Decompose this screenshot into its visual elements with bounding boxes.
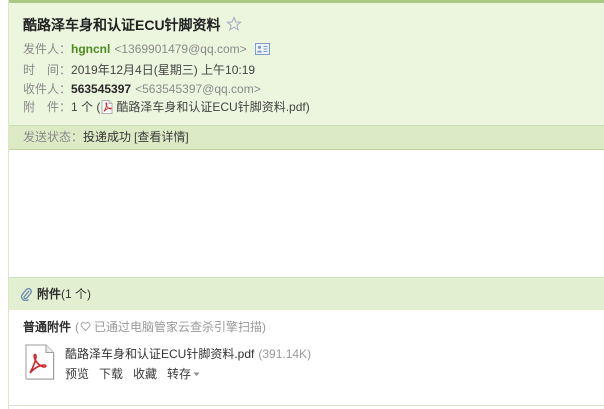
star-outline-icon[interactable] bbox=[225, 16, 242, 32]
to-label: 收件人： bbox=[23, 82, 72, 96]
pdf-file-icon[interactable] bbox=[25, 344, 56, 381]
delivery-status: 投递成功 bbox=[83, 130, 132, 144]
contact-card-icon[interactable] bbox=[254, 41, 270, 55]
security-heart-icon bbox=[80, 319, 91, 332]
subject-text: 酷路泽车身和认证ECU针脚资料 bbox=[23, 17, 221, 33]
chevron-down-icon[interactable] bbox=[193, 364, 200, 376]
attachment-close: ) bbox=[305, 100, 310, 114]
download-link[interactable]: 下载 bbox=[99, 367, 123, 381]
attachment-row: 附 件：1 个 ( 酷路泽车身和认证ECU针脚资料.pdf) bbox=[23, 97, 310, 117]
status-label: 发送状态： bbox=[23, 130, 84, 144]
attachment-label: 附 件： bbox=[23, 100, 72, 114]
recipient-name: 563545397 bbox=[71, 82, 132, 96]
favorite-link[interactable]: 收藏 bbox=[133, 367, 157, 381]
to-row: 收件人：563545397 <563545397@qq.com> bbox=[23, 79, 261, 99]
sender-address: <1369901479@qq.com> bbox=[114, 42, 247, 56]
sent-time: 2019年12月4日(星期三) 上午10:19 bbox=[71, 63, 256, 77]
pdf-file-icon bbox=[101, 100, 113, 114]
time-label: 时 间： bbox=[23, 63, 72, 77]
recipient-address: <563545397@qq.com> bbox=[135, 82, 261, 96]
attachment-actions: 预览 下载 收藏 转存 bbox=[65, 364, 200, 382]
attachments-header: 附件(1 个) bbox=[9, 277, 604, 310]
attachment-link[interactable]: 酷路泽车身和认证ECU针脚资料.pdf bbox=[116, 100, 305, 114]
scan-text: 已通过电脑管家云查杀引擎扫描) bbox=[94, 320, 267, 334]
save-to-link[interactable]: 转存 bbox=[167, 367, 191, 381]
view-details-link[interactable]: [查看详情] bbox=[134, 130, 189, 144]
sender-name[interactable]: hgncnl bbox=[71, 42, 110, 56]
attachments-count: (1 个) bbox=[61, 287, 92, 301]
attachment-file-name[interactable]: 酷路泽车身和认证ECU针脚资料.pdf bbox=[65, 347, 254, 361]
delivery-status-bar: 发送状态：投递成功 [查看详情] bbox=[9, 125, 604, 150]
attachment-file-size: (391.14K) bbox=[258, 347, 312, 361]
bottom-divider bbox=[9, 405, 604, 406]
attachment-group: 普通附件( 已通过电脑管家云查杀引擎扫描) bbox=[23, 318, 266, 336]
attachment-file-row: 酷路泽车身和认证ECU针脚资料.pdf (391.14K) bbox=[65, 345, 311, 363]
attachment-group-label: 普通附件 bbox=[23, 320, 72, 334]
from-label: 发件人： bbox=[23, 42, 72, 56]
mail-header: 酷路泽车身和认证ECU针脚资料 发件人：hgncnl <1369901479@qq… bbox=[9, 3, 604, 125]
scan-note: ( 已通过电脑管家云查杀引擎扫描) bbox=[75, 320, 266, 334]
preview-link[interactable]: 预览 bbox=[65, 367, 89, 381]
attachment-count: 1 个 ( bbox=[71, 100, 101, 114]
attachments-title: 附件 bbox=[37, 287, 62, 301]
scan-prefix: ( bbox=[75, 320, 80, 334]
mail-body bbox=[9, 150, 604, 277]
from-row: 发件人：hgncnl <1369901479@qq.com> bbox=[23, 39, 270, 59]
mail-read-view: 酷路泽车身和认证ECU针脚资料 发件人：hgncnl <1369901479@qq… bbox=[0, 0, 604, 409]
time-row: 时 间：2019年12月4日(星期三) 上午10:19 bbox=[23, 60, 255, 80]
paperclip-icon bbox=[20, 281, 32, 302]
mail-subject: 酷路泽车身和认证ECU针脚资料 bbox=[23, 15, 242, 35]
